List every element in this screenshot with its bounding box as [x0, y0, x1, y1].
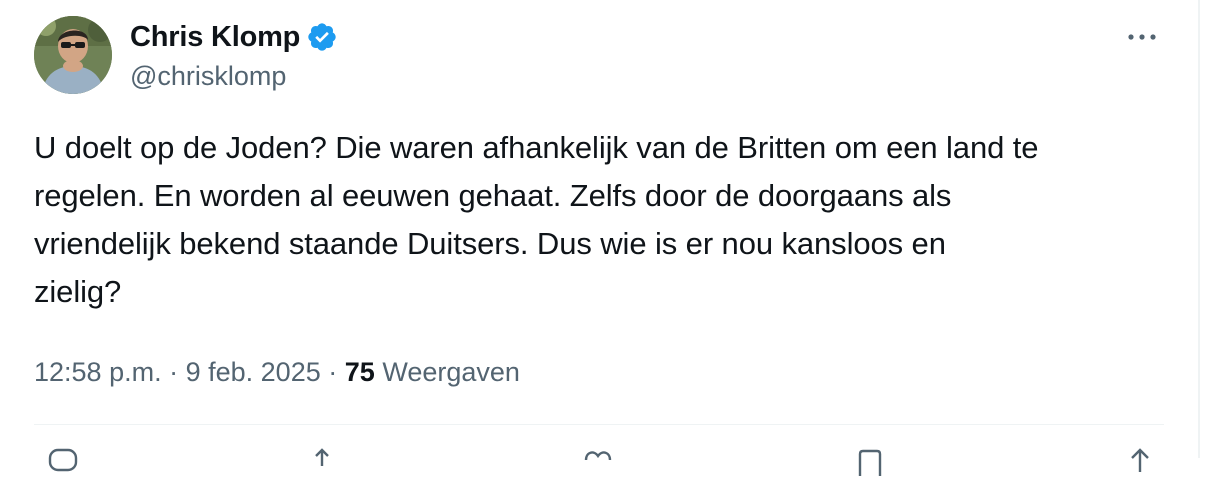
share-button[interactable]: [1122, 446, 1158, 476]
author-handle[interactable]: @chrisklomp: [130, 58, 286, 94]
avatar[interactable]: [34, 16, 112, 94]
meta-separator: ·: [169, 356, 179, 387]
bookmark-icon: [858, 449, 882, 476]
more-options-icon: [1128, 34, 1156, 40]
tweet-time[interactable]: 12:58 p.m.: [34, 357, 162, 388]
retweet-button[interactable]: [310, 446, 346, 476]
meta-separator: ·: [328, 356, 338, 387]
like-button[interactable]: [580, 446, 616, 476]
like-icon: [584, 451, 612, 461]
author-display-name[interactable]: Chris Klomp: [130, 18, 300, 56]
verified-badge-icon[interactable]: [306, 21, 338, 53]
tweet-meta: 12:58 p.m. · 9 feb. 2025 · 75 Weergaven: [34, 352, 520, 392]
more-options-button[interactable]: [1122, 20, 1162, 54]
avatar-image: [34, 16, 112, 94]
author-name-row: Chris Klomp: [130, 18, 338, 56]
divider: [34, 424, 1164, 425]
share-icon: [1131, 448, 1149, 472]
reply-icon: [48, 448, 78, 472]
tweet-text: U doelt op de Joden? Die waren afhankeli…: [34, 130, 1039, 309]
reply-button[interactable]: [46, 446, 82, 476]
action-bar: [34, 446, 1164, 476]
views-count: 75: [344, 356, 375, 387]
retweet-icon: [315, 448, 329, 466]
tweet-date[interactable]: 9 feb. 2025: [186, 357, 321, 388]
bookmark-button[interactable]: [852, 446, 888, 476]
views-label: Weergaven: [382, 356, 520, 387]
views-spacer: [375, 357, 383, 388]
right-border: [1198, 0, 1200, 458]
